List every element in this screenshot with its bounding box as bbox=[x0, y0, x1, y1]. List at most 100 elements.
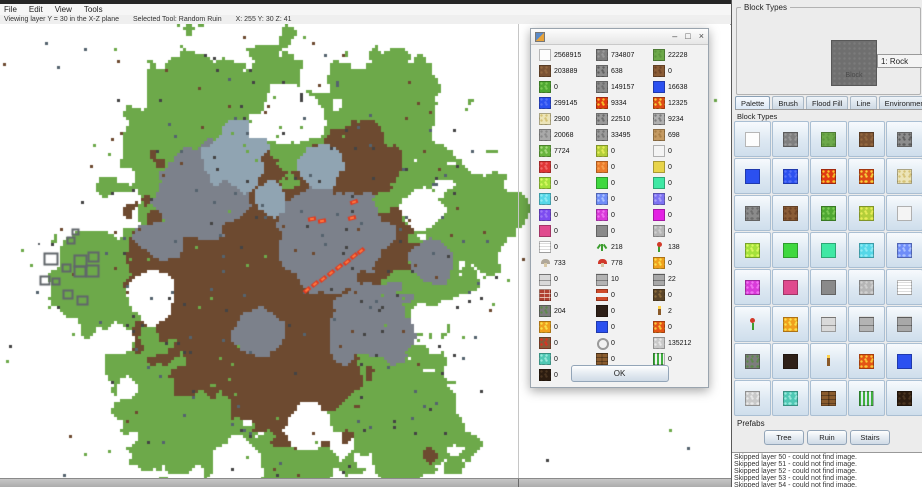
block-swatch-brownsand bbox=[653, 129, 665, 141]
palette-block-graywool[interactable] bbox=[810, 269, 847, 305]
palette-block-white[interactable] bbox=[734, 121, 771, 157]
palette-block-whitelines[interactable] bbox=[886, 269, 922, 305]
palette-block-rose[interactable] bbox=[734, 306, 771, 342]
block-count: 204 bbox=[554, 308, 566, 315]
palette-block-gravel[interactable] bbox=[886, 121, 922, 157]
palette-block-lava[interactable] bbox=[810, 158, 847, 194]
tab-palette[interactable]: Palette bbox=[735, 96, 770, 109]
block-count: 0 bbox=[668, 260, 672, 267]
palette-block-reeds[interactable] bbox=[848, 380, 885, 416]
block-swatch-yellow bbox=[653, 161, 665, 173]
status-coordinates: X: 255 Y: 30 Z: 41 bbox=[236, 16, 292, 23]
block-count: 149157 bbox=[611, 84, 634, 91]
stairs-button[interactable]: Stairs bbox=[850, 430, 890, 445]
palette-block-dirt2[interactable] bbox=[772, 195, 809, 231]
block-count: 0 bbox=[668, 292, 672, 299]
dialog-title-bar[interactable]: – □ × bbox=[531, 29, 708, 45]
minimize-icon[interactable]: – bbox=[672, 32, 677, 41]
block-count-item: 0 bbox=[535, 207, 592, 223]
log-output[interactable]: Skipped layer 50 - could not find image.… bbox=[732, 452, 922, 487]
block-swatch-fire bbox=[783, 317, 798, 332]
palette-block-diamond[interactable] bbox=[772, 380, 809, 416]
palette-block-obsidian[interactable] bbox=[772, 343, 809, 379]
block-count: 33495 bbox=[611, 132, 630, 139]
block-swatch-snowstone bbox=[653, 337, 665, 349]
selected-block-preview[interactable]: Block bbox=[831, 40, 877, 86]
block-swatch-dirt2 bbox=[653, 65, 665, 77]
palette-block-lightblue[interactable] bbox=[886, 232, 922, 268]
palette-block-spring[interactable] bbox=[810, 232, 847, 268]
block-count-item: 33495 bbox=[592, 127, 649, 143]
palette-block-stone[interactable] bbox=[772, 121, 809, 157]
block-count-item: 0 bbox=[535, 319, 592, 335]
palette-block-leaves[interactable] bbox=[810, 195, 847, 231]
menu-tools[interactable]: Tools bbox=[84, 5, 103, 14]
palette-block-snowstone[interactable] bbox=[734, 380, 771, 416]
palette-block-lava2[interactable] bbox=[848, 158, 885, 194]
app-window: File Edit View Tools Viewing layer Y = 3… bbox=[0, 0, 922, 487]
maximize-icon[interactable]: □ bbox=[685, 32, 690, 41]
block-count-item: 218 bbox=[592, 239, 649, 255]
block-swatch-water bbox=[653, 81, 665, 93]
menu-edit[interactable]: Edit bbox=[29, 5, 43, 14]
palette-block-water[interactable] bbox=[734, 158, 771, 194]
block-types-groupbox: Block Types Block 1: Rock bbox=[736, 7, 921, 95]
block-count: 778 bbox=[611, 260, 623, 267]
palette-block-slab2[interactable] bbox=[886, 306, 922, 342]
block-swatch-cyan bbox=[859, 243, 874, 258]
tab-flood-fill[interactable]: Flood Fill bbox=[806, 96, 848, 109]
palette-block-cyan[interactable] bbox=[848, 232, 885, 268]
palette-block-slab[interactable] bbox=[848, 306, 885, 342]
block-count: 0 bbox=[611, 180, 615, 187]
block-swatch-water bbox=[897, 354, 912, 369]
close-icon[interactable]: × bbox=[699, 32, 704, 41]
block-swatch-mossy bbox=[745, 354, 760, 369]
block-count: 0 bbox=[554, 340, 558, 347]
block-swatch-spring bbox=[821, 243, 836, 258]
palette-block-leavesyellow[interactable] bbox=[848, 195, 885, 231]
tab-brush[interactable]: Brush bbox=[772, 96, 804, 109]
ruin-button[interactable]: Ruin bbox=[807, 430, 847, 445]
block-count: 0 bbox=[554, 276, 558, 283]
palette-block-door[interactable] bbox=[810, 380, 847, 416]
palette-block-water2[interactable] bbox=[772, 158, 809, 194]
menu-view[interactable]: View bbox=[55, 5, 72, 14]
block-count: 22 bbox=[668, 276, 676, 283]
block-swatch-graywool bbox=[821, 280, 836, 295]
block-count: 0 bbox=[611, 164, 615, 171]
block-swatch-water bbox=[596, 321, 608, 333]
palette-block-green[interactable] bbox=[772, 232, 809, 268]
palette-block-lime[interactable] bbox=[734, 232, 771, 268]
block-swatch-water bbox=[745, 169, 760, 184]
palette-block-slabL[interactable] bbox=[810, 306, 847, 342]
palette-block-darksoul[interactable] bbox=[886, 380, 922, 416]
block-count-item: 0 bbox=[592, 159, 649, 175]
palette-block-lava3[interactable] bbox=[848, 343, 885, 379]
block-swatch-lava3 bbox=[653, 321, 665, 333]
palette-block-torch[interactable] bbox=[810, 343, 847, 379]
bottom-scroll-strip[interactable] bbox=[0, 478, 731, 487]
block-count: 0 bbox=[554, 196, 558, 203]
palette-block-lightgray[interactable] bbox=[848, 269, 885, 305]
block-swatch-lime bbox=[539, 177, 551, 189]
palette-block-water[interactable] bbox=[886, 343, 922, 379]
ok-button[interactable]: OK bbox=[571, 365, 669, 382]
palette-block-pink[interactable] bbox=[772, 269, 809, 305]
tab-environment[interactable]: Environment bbox=[879, 96, 922, 109]
palette-block-white2[interactable] bbox=[886, 195, 922, 231]
palette-block-grass[interactable] bbox=[810, 121, 847, 157]
log-line: Skipped layer 53 - could not find image. bbox=[734, 475, 922, 482]
log-line: Skipped layer 54 - could not find image. bbox=[734, 482, 922, 487]
palette-block-dirt[interactable] bbox=[848, 121, 885, 157]
tab-line[interactable]: Line bbox=[850, 96, 876, 109]
palette-block-mossy[interactable] bbox=[734, 343, 771, 379]
menu-file[interactable]: File bbox=[4, 5, 17, 14]
palette-block-stone2[interactable] bbox=[734, 195, 771, 231]
tree-button[interactable]: Tree bbox=[764, 430, 804, 445]
palette-block-fire[interactable] bbox=[772, 306, 809, 342]
palette-block-magenta[interactable] bbox=[734, 269, 771, 305]
block-swatch-gravel bbox=[897, 132, 912, 147]
block-swatch-leavesyellow bbox=[596, 145, 608, 157]
block-count: 0 bbox=[554, 356, 558, 363]
palette-block-sand[interactable] bbox=[886, 158, 922, 194]
